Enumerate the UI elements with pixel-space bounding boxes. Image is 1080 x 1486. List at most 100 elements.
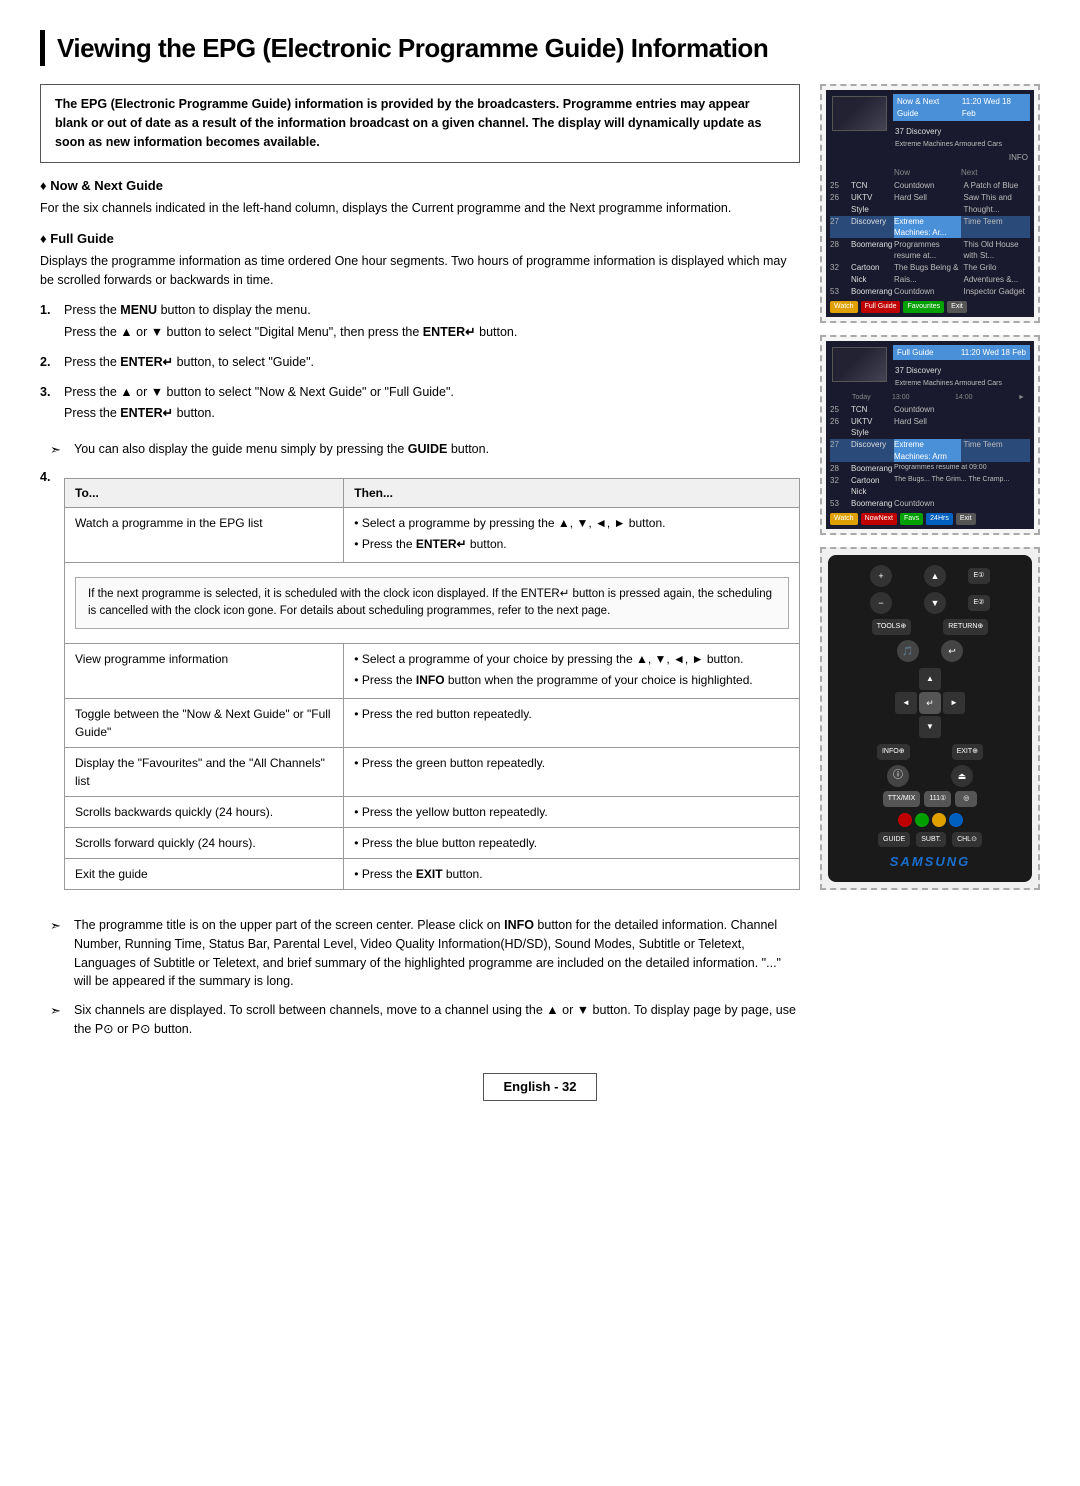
- table-cell-viewinfo-left: View programme information: [65, 644, 344, 699]
- remote-info-btn[interactable]: INFO⊕: [877, 744, 910, 760]
- remote-nav-down[interactable]: ▼: [919, 716, 941, 738]
- table-cell-fwd-right: • Press the blue button repeatedly.: [344, 828, 800, 859]
- table-row: Watch a programme in the EPG list • Sele…: [65, 507, 800, 562]
- step-3: Press the ▲ or ▼ button to select "Now &…: [40, 383, 800, 427]
- remote-btn-camera[interactable]: 🎵: [897, 640, 919, 662]
- 24h-btn: 24Hrs: [926, 513, 953, 525]
- full-guide-section: Full Guide Displays the programme inform…: [40, 230, 800, 290]
- now-next-screen-box: Now & Next Guide 11:20 Wed 18 Feb 37 Dis…: [820, 84, 1040, 322]
- remote-btn-e1[interactable]: E①: [968, 568, 990, 584]
- step-3-content: Press the ▲ or ▼ button to select "Now &…: [64, 383, 800, 427]
- remote-box: + ▲ E① − ▼ E② TOOLS⊕: [820, 547, 1040, 889]
- full-guide-desc: Displays the programme information as ti…: [40, 252, 800, 290]
- remote-green-btn[interactable]: [915, 813, 929, 827]
- step-2-content: Press the ENTER↵ button, to select "Guid…: [64, 353, 800, 375]
- table-cell-exit-right: • Press the EXIT button.: [344, 859, 800, 890]
- remote-info-exit-row: INFO⊕ EXIT⊕: [836, 744, 1024, 760]
- guide-button-note: You can also display the guide menu simp…: [40, 440, 800, 460]
- remote-bottom-row: GUIDE SUBT. CHL⊙: [836, 832, 1024, 848]
- step-3-line-1: Press the ▲ or ▼ button to select "Now &…: [64, 383, 800, 402]
- intro-box: The EPG (Electronic Programme Guide) inf…: [40, 84, 800, 162]
- remote-btn-e2[interactable]: E②: [968, 595, 990, 611]
- step-4-wrapper: To... Then... Watch a programme in the E…: [40, 468, 800, 901]
- page-container: Viewing the EPG (Electronic Programme Gu…: [40, 30, 1040, 1101]
- screen-row-25: 25 TCN Countdown A Patch of Blue: [830, 180, 1030, 191]
- bottom-notes: The programme title is on the upper part…: [40, 916, 800, 1039]
- table-row: Scrolls forward quickly (24 hours). • Pr…: [65, 828, 800, 859]
- col-headers: Now Next: [830, 167, 1030, 178]
- remote-channel-row: TTX/MIX 111① ◎: [836, 791, 1024, 807]
- remote-exit-icon[interactable]: ⏏: [951, 765, 973, 787]
- full-guide-screen-box: Full Guide 11:20 Wed 18 Feb 37 Discovery…: [820, 335, 1040, 535]
- title-bar: Viewing the EPG (Electronic Programme Gu…: [40, 30, 1040, 66]
- full-guide-btn: Full Guide: [861, 301, 901, 313]
- step-2: Press the ENTER↵ button, to select "Guid…: [40, 353, 800, 375]
- remote-nav-left[interactable]: ◄: [895, 692, 917, 714]
- remote-misc-btn[interactable]: ◎: [955, 791, 977, 807]
- remote-nav-up[interactable]: ▲: [919, 668, 941, 690]
- table-cell-watch-left: Watch a programme in the EPG list: [65, 507, 344, 562]
- remote-blue-btn[interactable]: [949, 813, 963, 827]
- bottom-note-2: Six channels are displayed. To scroll be…: [40, 1001, 800, 1039]
- table-cell-fwd-left: Scrolls forward quickly (24 hours).: [65, 828, 344, 859]
- remote-minus-row: − ▼ E②: [836, 592, 1024, 614]
- table-cell-favs-left: Display the "Favourites" and the "All Ch…: [65, 748, 344, 797]
- highlighted-prog: 37 Discovery: [893, 124, 1030, 139]
- remote-nav-enter[interactable]: ↵: [919, 692, 941, 714]
- remote-subt-btn[interactable]: SUBT.: [916, 832, 946, 848]
- remote-btn-down[interactable]: ▼: [924, 592, 946, 614]
- remote-info-icon[interactable]: ⓘ: [887, 765, 909, 787]
- remote-num-btn[interactable]: 111①: [924, 791, 951, 807]
- remote-tools-row: TOOLS⊕ RETURN⊕: [836, 619, 1024, 635]
- remote-btn-up[interactable]: ▲: [924, 565, 946, 587]
- now-next-title-bar: Now & Next Guide 11:20 Wed 18 Feb: [893, 94, 1030, 120]
- remote-tools-btn[interactable]: TOOLS⊕: [872, 619, 911, 635]
- footer: English - 32: [40, 1073, 1040, 1101]
- step-1-content: Press the MENU button to display the men…: [64, 301, 800, 345]
- table-row: Scrolls backwards quickly (24 hours). • …: [65, 797, 800, 828]
- step-4-content: To... Then... Watch a programme in the E…: [64, 468, 800, 901]
- remote-color-buttons: [836, 813, 1024, 827]
- remote-nav-right[interactable]: ►: [943, 692, 965, 714]
- remote-btn-plus[interactable]: +: [870, 565, 892, 587]
- screen-thumbnail: [832, 96, 887, 131]
- samsung-logo: SAMSUNG: [836, 853, 1024, 871]
- remote-icons-row: 🎵 ↩: [836, 640, 1024, 662]
- table-cell-toggle-right: • Press the red button repeatedly.: [344, 699, 800, 748]
- remote-exit-btn[interactable]: EXIT⊕: [952, 744, 983, 760]
- watch-btn: Watch: [830, 301, 858, 313]
- remote-guide-btn[interactable]: GUIDE: [878, 832, 910, 848]
- epg-table: To... Then... Watch a programme in the E…: [64, 478, 800, 891]
- screen-row-32: 32 Cartoon Nick The Bugs Being & Rais...…: [830, 262, 1030, 284]
- remote-yellow-btn[interactable]: [932, 813, 946, 827]
- table-cell-favs-right: • Press the green button repeatedly.: [344, 748, 800, 797]
- favourites-btn: Favourites: [903, 301, 944, 313]
- full-guide-prog-title: Extreme Machines Armoured Cars: [893, 378, 1030, 390]
- favs-btn-2: Favs: [900, 513, 923, 525]
- screen-thumbnail-2: [832, 347, 887, 382]
- step-3-line-2: Press the ENTER↵ button.: [64, 404, 800, 423]
- exit-btn-2: Exit: [956, 513, 976, 525]
- full-guide-prog: 37 Discovery: [893, 363, 1030, 378]
- scheduling-note: If the next programme is selected, it is…: [75, 577, 789, 630]
- remote-ttxmix-btn[interactable]: TTX/MIX: [883, 791, 921, 807]
- table-row: Display the "Favourites" and the "All Ch…: [65, 748, 800, 797]
- exit-btn: Exit: [947, 301, 967, 313]
- watch-btn-2: Watch: [830, 513, 858, 525]
- now-next-header: Now & Next Guide: [40, 177, 800, 195]
- remote-red-btn[interactable]: [898, 813, 912, 827]
- table-row: Exit the guide • Press the EXIT button.: [65, 859, 800, 890]
- footer-badge: English - 32: [483, 1073, 598, 1101]
- remote-btn-minus[interactable]: −: [870, 592, 892, 614]
- step-1-line-2: Press the ▲ or ▼ button to select "Digit…: [64, 323, 800, 342]
- steps-list: Press the MENU button to display the men…: [40, 301, 800, 426]
- remote-chl-btn[interactable]: CHL⊙: [952, 832, 982, 848]
- full-screen-row-28: 28 Boomerang Programmes resume at 09:00: [830, 463, 1030, 474]
- note-row: If the next programme is selected, it is…: [65, 562, 800, 644]
- remote-btn-return2[interactable]: ↩: [941, 640, 963, 662]
- remote-return-btn[interactable]: RETURN⊕: [943, 619, 988, 635]
- full-guide-screen-inner: Full Guide 11:20 Wed 18 Feb 37 Discovery…: [826, 341, 1034, 529]
- remote-nav-wrapper: ▲ ◄ ↵ ► ▼: [836, 668, 1024, 738]
- step-1: Press the MENU button to display the men…: [40, 301, 800, 345]
- table-row: Toggle between the "Now & Next Guide" or…: [65, 699, 800, 748]
